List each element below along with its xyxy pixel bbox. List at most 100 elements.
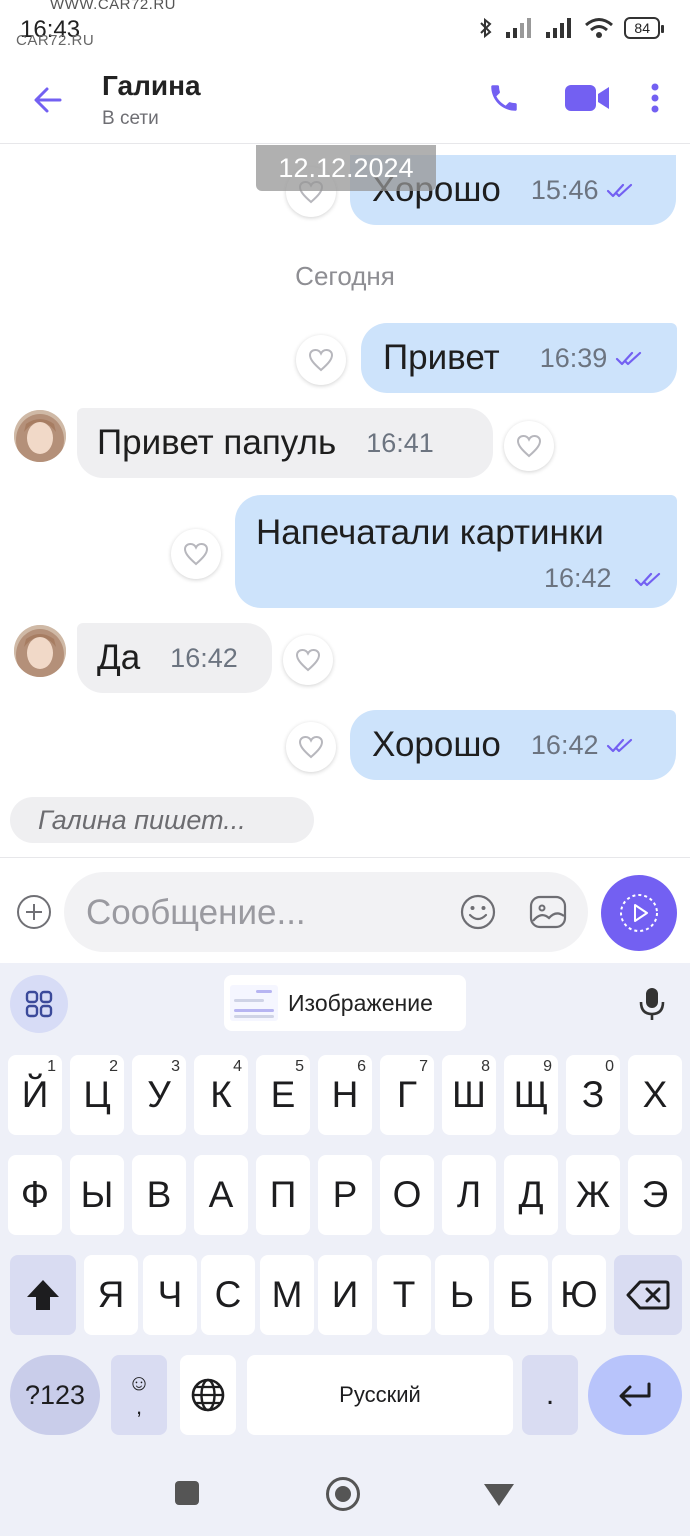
call-button[interactable] [482, 76, 526, 120]
key-29[interactable]: Ь [435, 1255, 489, 1335]
back-button[interactable] [26, 78, 70, 122]
shift-arrow-icon [27, 1280, 59, 1310]
key-21[interactable]: Ж [566, 1155, 620, 1235]
like-button[interactable] [504, 421, 554, 471]
message-time: 16:42 [544, 563, 612, 593]
heart-outline-icon [183, 542, 209, 566]
read-ticks-icon [607, 183, 633, 198]
video-call-button[interactable] [560, 76, 614, 120]
key-7[interactable]: Г7 [380, 1055, 434, 1135]
symbols-key[interactable]: ?123 [10, 1355, 100, 1435]
period-key[interactable]: . [522, 1355, 578, 1435]
message-input-container[interactable] [64, 872, 588, 952]
key-12[interactable]: Ф [8, 1155, 62, 1235]
key-9[interactable]: Щ9 [504, 1055, 558, 1135]
key-15[interactable]: А [194, 1155, 248, 1235]
avatar-photo [14, 410, 66, 462]
key-13[interactable]: Ы [70, 1155, 124, 1235]
like-button[interactable] [296, 335, 346, 385]
space-key[interactable]: Русский [247, 1355, 513, 1435]
key-24[interactable]: Ч [143, 1255, 197, 1335]
message-text: Привет [383, 338, 500, 377]
message-bubble-incoming[interactable]: Да 16:42 [77, 623, 272, 693]
battery-indicator: 84 [624, 17, 664, 39]
key-17[interactable]: Р [318, 1155, 372, 1235]
key-5[interactable]: Е5 [256, 1055, 310, 1135]
sticker-button[interactable] [526, 890, 570, 934]
key-2[interactable]: Ц2 [70, 1055, 124, 1135]
watermark-site: CAR72.RU [16, 32, 95, 49]
read-ticks-icon [616, 351, 642, 366]
key-30[interactable]: Б [494, 1255, 548, 1335]
key-20[interactable]: Д [504, 1155, 558, 1235]
message-bubble-outgoing[interactable]: Хорошо 16:42 [350, 710, 676, 780]
message-bubble-incoming[interactable]: Привет папуль 16:41 [77, 408, 493, 478]
key-14[interactable]: В [132, 1155, 186, 1235]
message-list[interactable]: Хорошо 15:46 12.12.2024 Сегодня Привет 1… [0, 145, 690, 857]
language-key[interactable] [180, 1355, 236, 1435]
message-bubble-outgoing[interactable]: Привет 16:39 [361, 323, 677, 393]
message-input[interactable] [86, 892, 446, 934]
avatar[interactable] [14, 625, 66, 677]
key-18[interactable]: О [380, 1155, 434, 1235]
heart-outline-icon [295, 648, 321, 672]
heart-outline-icon [298, 735, 324, 759]
attach-button[interactable] [14, 892, 54, 932]
smiley-icon [460, 894, 496, 930]
message-time: 16:42 [530, 729, 599, 760]
watermark-url: WWW.CAR72.RU [50, 0, 176, 13]
wifi-icon [585, 18, 614, 38]
emoji-button[interactable] [456, 890, 500, 934]
chat-header: Галина В сети [0, 60, 690, 144]
video-message-icon [620, 894, 658, 932]
backspace-icon [626, 1280, 670, 1310]
backspace-key[interactable] [614, 1255, 682, 1335]
key-19[interactable]: Л [442, 1155, 496, 1235]
system-back-button[interactable] [484, 1484, 514, 1506]
microphone-icon [639, 988, 665, 1020]
key-28[interactable]: Т [377, 1255, 431, 1335]
read-ticks-icon [607, 738, 633, 753]
avatar[interactable] [14, 410, 66, 462]
video-message-button[interactable] [601, 875, 677, 951]
message-text: Напечатали картинки [256, 513, 604, 552]
key-1[interactable]: Й1 [8, 1055, 62, 1135]
more-options-button[interactable] [640, 76, 670, 120]
shift-key[interactable] [10, 1255, 76, 1335]
key-26[interactable]: М [260, 1255, 314, 1335]
enter-arrow-icon [619, 1382, 651, 1407]
globe-icon [191, 1378, 225, 1412]
contact-name[interactable]: Галина [102, 70, 201, 102]
like-button[interactable] [286, 722, 336, 772]
enter-key[interactable] [588, 1355, 682, 1435]
key-6[interactable]: Н6 [318, 1055, 372, 1135]
key-10[interactable]: З0 [566, 1055, 620, 1135]
message-time: 16:42 [170, 642, 238, 673]
emoji-comma-key[interactable]: ☺ , [111, 1355, 167, 1435]
like-button[interactable] [283, 635, 333, 685]
key-27[interactable]: И [318, 1255, 372, 1335]
voice-input-button[interactable] [630, 979, 674, 1029]
key-25[interactable]: С [201, 1255, 255, 1335]
recent-apps-button[interactable] [175, 1481, 199, 1505]
contact-status: В сети [102, 108, 159, 129]
home-button[interactable] [326, 1477, 360, 1511]
plus-circle-icon [17, 895, 51, 929]
cellular-signal-2-icon [546, 18, 572, 38]
key-3[interactable]: У3 [132, 1055, 186, 1135]
key-8[interactable]: Ш8 [442, 1055, 496, 1135]
emoji-glyph: ☺ [127, 1370, 151, 1395]
key-11[interactable]: Х [628, 1055, 682, 1135]
keyboard-suggestion-chip[interactable]: Изображение [224, 975, 466, 1031]
keyboard-apps-button[interactable] [10, 975, 68, 1033]
key-16[interactable]: П [256, 1155, 310, 1235]
message-bubble-outgoing[interactable]: Напечатали картинки 16:42 [235, 495, 677, 608]
message-time: 16:39 [539, 342, 608, 373]
key-31[interactable]: Ю [552, 1255, 606, 1335]
message-text: Да [97, 638, 141, 677]
key-4[interactable]: К4 [194, 1055, 248, 1135]
like-button[interactable] [171, 529, 221, 579]
status-bar: 16:43 WWW.CAR72.RU CAR72.RU 84 [0, 0, 690, 60]
key-22[interactable]: Э [628, 1155, 682, 1235]
key-23[interactable]: Я [84, 1255, 138, 1335]
